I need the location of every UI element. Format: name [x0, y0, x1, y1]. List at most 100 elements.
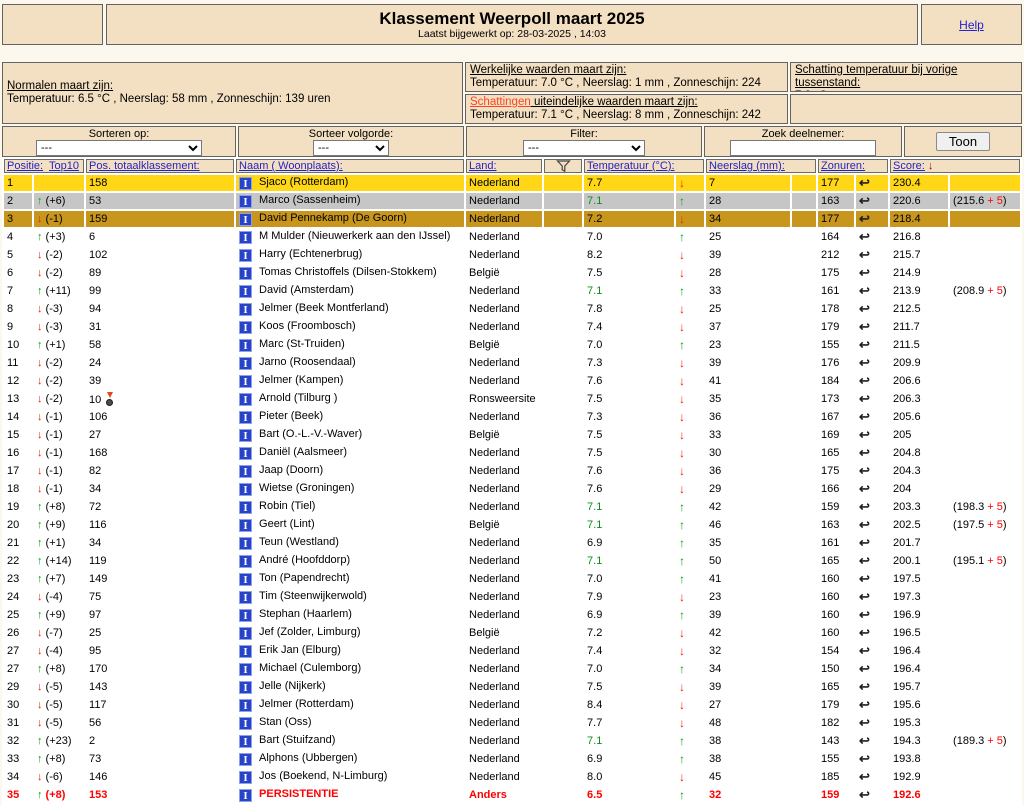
participant-info-icon[interactable]: I [239, 789, 253, 802]
participant-info-icon[interactable]: I [239, 465, 253, 478]
participant-info-icon[interactable]: I [239, 753, 253, 766]
history-loop-icon[interactable]: ↩ [859, 553, 870, 568]
history-loop-icon[interactable]: ↩ [859, 535, 870, 550]
history-loop-icon[interactable]: ↩ [859, 319, 870, 334]
cell-score: 216.8 [893, 231, 921, 243]
help-link[interactable]: Help [959, 18, 984, 32]
participant-info-icon[interactable]: I [239, 645, 253, 658]
participant-info-icon[interactable]: I [239, 537, 253, 550]
participant-info-icon[interactable]: I [239, 411, 253, 424]
participant-info-icon[interactable]: I [239, 735, 253, 748]
cell-land-filter-spacer [544, 499, 582, 515]
participant-info-icon[interactable]: I [239, 249, 253, 262]
header-naam-link[interactable]: Naam ( Woonplaats): [239, 160, 343, 172]
history-loop-icon[interactable]: ↩ [859, 193, 870, 208]
participant-info-icon[interactable]: I [239, 339, 253, 352]
history-loop-icon[interactable]: ↩ [859, 571, 870, 586]
participant-info-icon[interactable]: I [239, 699, 253, 712]
header-pos-totaal-link[interactable]: Pos. totaalklassement: [89, 160, 200, 172]
header-land-link[interactable]: Land: [469, 160, 497, 172]
participant-info-icon[interactable]: I [239, 609, 253, 622]
participant-info-icon[interactable]: I [239, 627, 253, 640]
sorteren-op-select[interactable]: --- [36, 139, 202, 156]
history-loop-icon[interactable]: ↩ [859, 751, 870, 766]
filter-select[interactable]: --- [523, 139, 645, 156]
history-loop-icon[interactable]: ↩ [859, 481, 870, 496]
participant-info-icon[interactable]: I [239, 231, 253, 244]
cell-pos-totaalklassement: 34 [89, 483, 102, 495]
history-loop-icon[interactable]: ↩ [859, 373, 870, 388]
toon-button[interactable]: Toon [935, 132, 991, 151]
history-loop-icon[interactable]: ↩ [859, 229, 870, 244]
cell-naam: I Bart (O.-L.-V.-Waver) [236, 427, 464, 443]
participant-info-icon[interactable]: I [239, 267, 253, 280]
header-positie-link[interactable]: Positie: [7, 160, 43, 172]
header-zonuren-link[interactable]: Zonuren: [821, 160, 865, 172]
header-neerslag-link[interactable]: Neerslag (mm): [709, 160, 785, 172]
history-loop-icon[interactable]: ↩ [859, 733, 870, 748]
history-loop-icon[interactable]: ↩ [859, 427, 870, 442]
temperature-value: 7.1 [587, 501, 603, 513]
participant-info-icon[interactable]: I [239, 771, 253, 784]
history-loop-icon[interactable]: ↩ [859, 769, 870, 784]
participant-info-icon[interactable]: I [239, 717, 253, 730]
participant-info-icon[interactable]: I [239, 429, 253, 442]
sorteer-volgorde-select[interactable]: --- [313, 139, 389, 156]
history-loop-icon[interactable]: ↩ [859, 715, 870, 730]
participant-info-icon[interactable]: I [239, 519, 253, 532]
participant-info-icon[interactable]: I [239, 393, 253, 406]
participant-info-icon[interactable]: I [239, 501, 253, 514]
history-loop-icon[interactable]: ↩ [859, 211, 870, 226]
history-loop-icon[interactable]: ↩ [859, 283, 870, 298]
history-loop-icon[interactable]: ↩ [859, 607, 870, 622]
history-loop-icon[interactable]: ↩ [859, 661, 870, 676]
participant-info-icon[interactable]: I [239, 555, 253, 568]
participant-info-icon[interactable]: I [239, 213, 253, 226]
cell-neerslag: 39 [709, 681, 722, 693]
history-loop-icon[interactable]: ↩ [859, 175, 870, 190]
cell-zonuren: 182 [821, 717, 840, 729]
history-loop-icon[interactable]: ↩ [859, 409, 870, 424]
cell-temperatuur: 7.4 [584, 319, 674, 335]
participant-info-icon[interactable]: I [239, 303, 253, 316]
schattingen-link[interactable]: Schattingen [470, 96, 531, 108]
history-loop-icon[interactable]: ↩ [859, 697, 870, 712]
header-score-link[interactable]: Score: [893, 160, 925, 172]
history-loop-icon[interactable]: ↩ [859, 355, 870, 370]
participant-info-icon[interactable]: I [239, 591, 253, 604]
history-loop-icon[interactable]: ↩ [859, 679, 870, 694]
participant-info-icon[interactable]: I [239, 573, 253, 586]
participant-info-icon[interactable]: I [239, 447, 253, 460]
history-loop-icon[interactable]: ↩ [859, 787, 870, 802]
history-loop-icon[interactable]: ↩ [859, 247, 870, 262]
history-loop-icon[interactable]: ↩ [859, 391, 870, 406]
participant-info-icon[interactable]: I [239, 357, 253, 370]
table-row: 3 ↓ (-1) 159 I David Pennekamp (De Goorn) Ned… [4, 211, 1021, 227]
history-loop-icon[interactable]: ↩ [859, 301, 870, 316]
history-loop-icon[interactable]: ↩ [859, 643, 870, 658]
participant-info-icon[interactable]: I [239, 321, 253, 334]
cell-positie: 4 [7, 231, 14, 243]
funnel-icon[interactable] [555, 160, 571, 172]
header-temperatuur-link[interactable]: Temperatuur (°C): [587, 160, 675, 172]
participant-info-icon[interactable]: I [239, 285, 253, 298]
participant-info-icon[interactable]: I [239, 483, 253, 496]
history-loop-icon[interactable]: ↩ [859, 265, 870, 280]
history-loop-icon[interactable]: ↩ [859, 337, 870, 352]
participant-info-icon[interactable]: I [239, 681, 253, 694]
cell-zonuren: 155 [821, 753, 840, 765]
history-loop-icon[interactable]: ↩ [859, 463, 870, 478]
participant-info-icon[interactable]: I [239, 663, 253, 676]
history-loop-icon[interactable]: ↩ [859, 499, 870, 514]
history-loop-icon[interactable]: ↩ [859, 517, 870, 532]
participant-info-icon[interactable]: I [239, 195, 253, 208]
participant-info-icon[interactable]: I [239, 375, 253, 388]
participant-info-icon[interactable]: I [239, 177, 253, 190]
cell-land: Nederland [469, 285, 520, 297]
header-top10-link[interactable]: Top10 [49, 160, 79, 172]
history-loop-icon[interactable]: ↩ [859, 589, 870, 604]
zoek-deelnemer-input[interactable] [730, 139, 876, 156]
cell-pos-totaalklassement: 149 [89, 573, 108, 585]
history-loop-icon[interactable]: ↩ [859, 625, 870, 640]
history-loop-icon[interactable]: ↩ [859, 445, 870, 460]
